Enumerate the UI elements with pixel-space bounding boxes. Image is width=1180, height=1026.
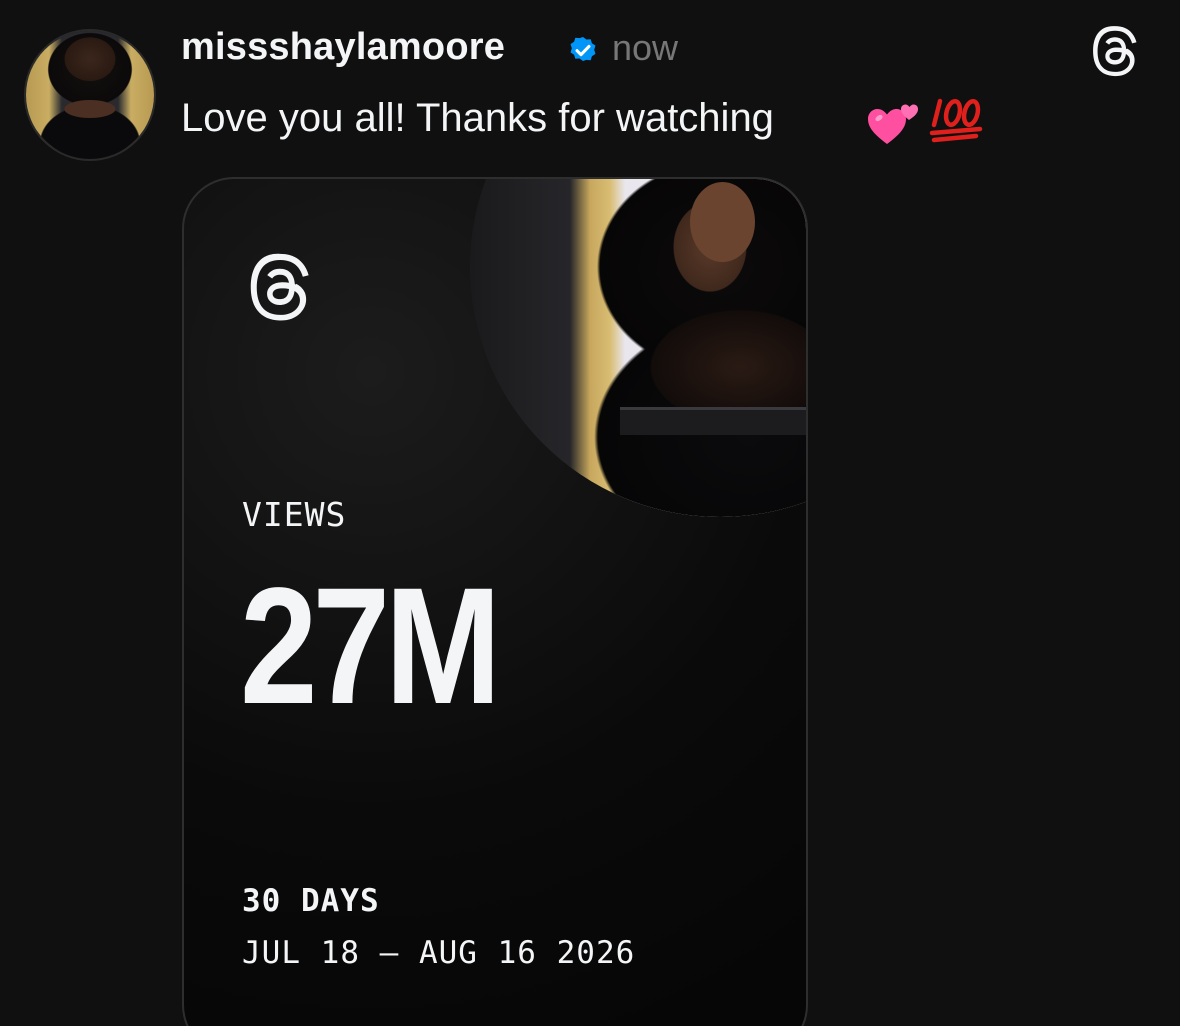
post-caption: Love you all! Thanks for watching — [181, 96, 774, 140]
verified-badge-icon — [570, 36, 596, 62]
threads-logo-icon[interactable] — [1088, 24, 1142, 78]
card-photo-image — [470, 179, 806, 517]
metric-label: VIEWS — [242, 495, 347, 534]
avatar-photo — [26, 31, 154, 159]
period-label: 30 DAYS — [242, 883, 380, 919]
profile-avatar[interactable] — [24, 29, 156, 161]
threads-logo-icon — [250, 253, 309, 321]
hundred-points-emoji — [929, 98, 983, 143]
insight-card[interactable]: VIEWS 27M 30 DAYS JUL 18 — AUG 16 2026 — [182, 177, 808, 1026]
two-hearts-emoji — [868, 104, 918, 144]
username-link[interactable]: missshaylamoore — [181, 22, 505, 72]
date-range: JUL 18 — AUG 16 2026 — [242, 935, 636, 971]
metric-value: 27M — [240, 554, 501, 739]
card-profile-photo — [470, 179, 806, 517]
post-timestamp: now — [612, 27, 679, 68]
